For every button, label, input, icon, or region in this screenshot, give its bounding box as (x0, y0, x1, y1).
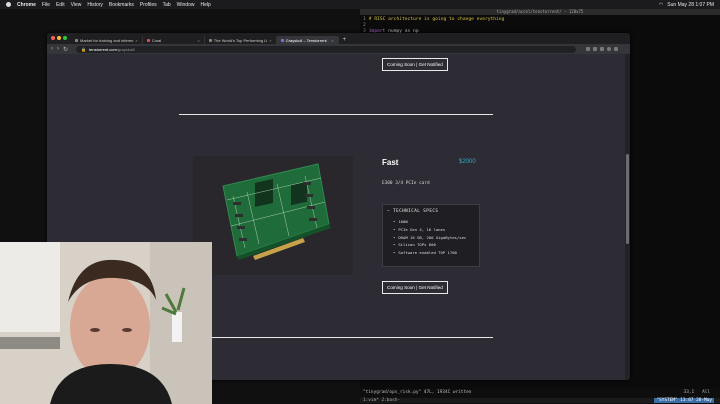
spec-item: Software enabled TOP 1700 (393, 249, 479, 257)
get-notified-button-top[interactable]: Coming Soon | Get Notified (382, 58, 448, 71)
technical-specs-panel[interactable]: — TECHNICAL SPECS 100W PCIe Gen 4, 16 la… (382, 204, 480, 267)
webcam-person-image (0, 242, 212, 404)
spec-item: Silicon TOPs 600 (393, 241, 479, 249)
close-tab-icon[interactable]: × (197, 38, 199, 43)
tmux-clock: "SYSTEM" 13:07 28-May (654, 398, 714, 403)
scroll-indicator: All (702, 390, 710, 395)
tmux-status-bar: 1:vim* 2:bash- "SYSTEM" 13:07 28-May (360, 398, 720, 403)
favicon-icon (208, 38, 212, 42)
cursor-pos-value: 33,1 (683, 390, 695, 395)
menu-help[interactable]: Help (200, 2, 210, 8)
tab-grayskull[interactable]: Grayskull – Tenstorrent × (276, 36, 339, 44)
menu-app[interactable]: Chrome (17, 2, 36, 8)
share-icon[interactable] (586, 47, 591, 51)
vim-status-line: "tinygrad/ops_risk.py" 47L, 1934C writte… (360, 389, 720, 404)
menu-history[interactable]: History (87, 2, 103, 8)
window-controls (51, 36, 67, 40)
tab-coral[interactable]: Coral × (143, 36, 205, 44)
specs-header[interactable]: — TECHNICAL SPECS (383, 205, 479, 216)
line-text: # RISC architecture is going to change e… (368, 17, 505, 22)
minimize-window-button[interactable] (57, 36, 61, 40)
specs-title: TECHNICAL SPECS (393, 208, 439, 213)
bookmark-star-icon[interactable] (593, 47, 598, 51)
product-name: Fast (382, 158, 399, 167)
wifi-icon[interactable]: ◠ (659, 2, 663, 8)
apple-icon[interactable] (6, 2, 11, 7)
zoom-window-button[interactable] (63, 36, 67, 40)
tab-strip: Market for training and inferen × Coral × … (47, 33, 630, 44)
menu-bookmarks[interactable]: Bookmarks (109, 2, 134, 8)
url-path: /grayskull/ (116, 46, 135, 52)
tab-label: The World's Top Performing Li (213, 37, 268, 43)
menu-bar: Chrome File Edit View History Bookmarks … (0, 0, 720, 9)
spec-item: DRAM 16 GB, 200 GigaBytes/sec (393, 234, 473, 242)
menu-file[interactable]: File (42, 2, 50, 8)
tab-label: Market for training and inferen (80, 37, 134, 43)
product-description: E300 3/4 PCIe card (382, 181, 430, 186)
more-menu-icon[interactable] (614, 47, 619, 51)
close-tab-icon[interactable]: × (331, 38, 333, 43)
status-message: "tinygrad/ops_risk.py" 47L, 1934C writte… (363, 390, 472, 395)
page-scrollbar[interactable] (625, 54, 630, 380)
scrollbar-thumb[interactable] (626, 154, 629, 244)
close-tab-icon[interactable]: × (135, 38, 137, 43)
line-number: 1 (363, 17, 366, 22)
menu-clock[interactable]: Sun May 28 1:07 PM (667, 2, 714, 8)
url-host: tenstorrent.com (89, 46, 117, 52)
product-image (193, 156, 353, 275)
back-icon[interactable]: ‹ (51, 46, 53, 52)
close-tab-icon[interactable]: × (269, 38, 271, 43)
url-input[interactable]: 🔒 tenstorrent.com/grayskull/ (76, 45, 577, 53)
favicon-icon (75, 38, 78, 42)
tab-label: Coral (151, 37, 162, 43)
profile-icon[interactable] (607, 47, 612, 51)
menu-edit[interactable]: Edit (56, 2, 65, 8)
favicon-icon (280, 38, 284, 42)
new-tab-button[interactable]: + (343, 36, 347, 44)
section-divider-bottom (179, 337, 493, 338)
lock-icon: 🔒 (81, 46, 87, 52)
menu-tab[interactable]: Tab (163, 2, 171, 8)
webcam-overlay (0, 242, 212, 404)
line-number: 2 (363, 23, 366, 28)
specs-list: 100W PCIe Gen 4, 16 lanes DRAM 16 GB, 20… (383, 216, 479, 257)
menu-window[interactable]: Window (177, 2, 195, 8)
get-notified-button[interactable]: Coming Soon | Get Notified (382, 281, 448, 294)
forward-icon[interactable]: › (57, 46, 59, 52)
close-window-button[interactable] (51, 36, 55, 40)
product-price: $2000 (459, 159, 476, 165)
tmux-windows[interactable]: 1:vim* 2:bash- (363, 398, 400, 403)
section-divider (179, 114, 493, 115)
reload-icon[interactable]: ↻ (63, 46, 68, 53)
pcie-card-illustration (222, 163, 331, 260)
tab-market[interactable]: Market for training and inferen × (71, 36, 143, 44)
collapse-icon[interactable]: — (387, 208, 390, 213)
tab-top-performing[interactable]: The World's Top Performing Li × (205, 36, 277, 44)
extension-icon[interactable] (600, 47, 605, 51)
address-bar-row: ‹ › ↻ 🔒 tenstorrent.com/grayskull/ (47, 44, 630, 54)
cursor-position: 33,1 All (684, 390, 710, 395)
spec-item: 100W (393, 218, 479, 226)
menu-view[interactable]: View (71, 2, 82, 8)
menu-profiles[interactable]: Profiles (140, 2, 157, 8)
favicon-icon (146, 38, 150, 42)
tab-label: Grayskull – Tenstorrent (285, 37, 327, 43)
spec-item: PCIe Gen 4, 16 lanes (393, 226, 479, 234)
extensions (586, 47, 619, 51)
